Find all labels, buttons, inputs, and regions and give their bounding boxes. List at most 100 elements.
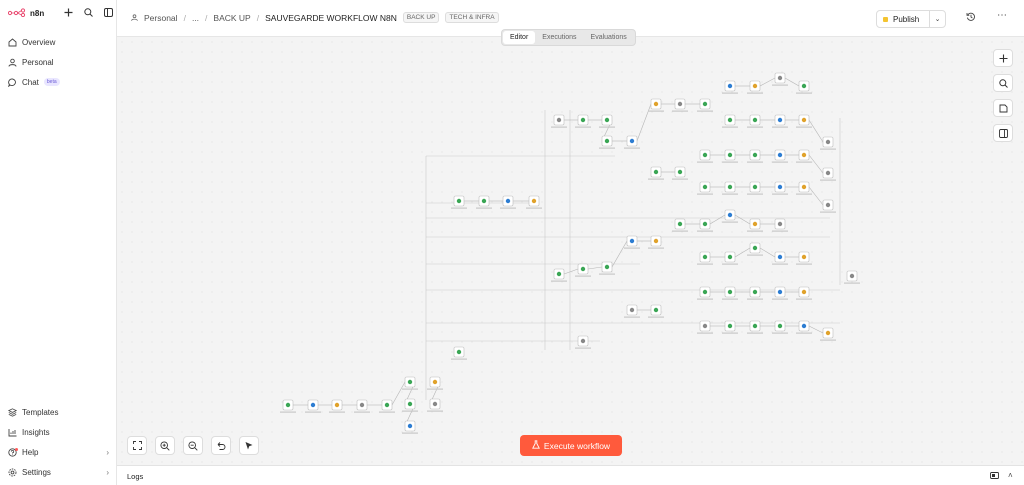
node-caption	[747, 254, 763, 256]
sticky-note-button[interactable]	[993, 99, 1013, 117]
tab-executions[interactable]: Executions	[535, 31, 583, 44]
node-icon	[407, 379, 413, 385]
node-icon	[727, 117, 733, 123]
workflow-graph[interactable]	[117, 37, 1024, 465]
plus-icon[interactable]	[62, 6, 74, 18]
tab-evaluations[interactable]: Evaluations	[584, 31, 634, 44]
execute-workflow-button[interactable]: Execute workflow	[520, 435, 622, 456]
node-icon	[801, 254, 807, 260]
breadcrumb-ellipsis[interactable]: ...	[192, 13, 199, 23]
node-icon	[727, 323, 733, 329]
node-caption	[796, 126, 812, 128]
sidebar-item-personal[interactable]: Personal	[0, 52, 117, 72]
sidebar-item-insights[interactable]: Insights	[0, 422, 117, 442]
node-icon	[677, 221, 683, 227]
breadcrumb-folder[interactable]: BACK UP	[213, 13, 250, 23]
sidebar-item-label: Help	[22, 447, 39, 457]
node-caption	[820, 339, 836, 341]
node-icon	[580, 266, 586, 272]
node-caption	[747, 298, 763, 300]
node-icon	[653, 238, 659, 244]
chevron-up-icon[interactable]: ˄	[1008, 471, 1013, 480]
logs-expand-icon[interactable]	[990, 471, 999, 482]
add-node-button[interactable]	[993, 49, 1013, 67]
node-caption	[599, 147, 615, 149]
node-icon	[702, 289, 708, 295]
node-icon	[407, 423, 413, 429]
breadcrumb: Personal / ... / BACK UP / SAUVEGARDE WO…	[131, 12, 499, 23]
node-icon	[801, 117, 807, 123]
sidebar-item-chat[interactable]: Chat beta	[0, 72, 117, 92]
insights-icon	[8, 428, 17, 437]
sidebar-item-label: Overview	[22, 37, 56, 47]
chevron-right-icon: ›	[106, 447, 109, 457]
brand[interactable]: n8n	[7, 6, 44, 20]
node-icon	[604, 117, 610, 123]
logs-panel[interactable]: Logs ˄	[117, 465, 1024, 485]
node-caption	[697, 298, 713, 300]
sidebar-item-settings[interactable]: Settings ›	[0, 462, 117, 482]
node-caption	[747, 92, 763, 94]
undo-button[interactable]	[211, 436, 231, 455]
node-icon	[456, 349, 462, 355]
node-caption	[772, 263, 788, 265]
node-icon	[677, 169, 683, 175]
fit-view-button[interactable]	[127, 436, 147, 455]
node-icon	[777, 117, 783, 123]
node-icon	[556, 117, 562, 123]
node-caption	[772, 332, 788, 334]
node-icon	[653, 169, 659, 175]
sidebar-item-label: Templates	[22, 407, 59, 417]
node-caption	[772, 230, 788, 232]
workflow-title[interactable]: SAUVEGARDE WORKFLOW N8N	[265, 13, 397, 23]
publish-button[interactable]: Publish ⌄	[876, 10, 946, 28]
node-caption	[722, 161, 738, 163]
tab-editor[interactable]: Editor	[503, 31, 536, 44]
node-icon	[752, 221, 758, 227]
node-icon	[849, 273, 855, 279]
sidebar-item-help[interactable]: Help ›	[0, 442, 117, 462]
sidebar-item-overview[interactable]: Overview	[0, 32, 117, 52]
node-icon	[727, 83, 733, 89]
node-icon	[653, 101, 659, 107]
node-icon	[752, 117, 758, 123]
node-caption	[820, 148, 836, 150]
node-caption	[747, 126, 763, 128]
zoom-out-button[interactable]	[183, 436, 203, 455]
node-icon	[752, 323, 758, 329]
node-icon	[801, 152, 807, 158]
sidebar-toggle-icon[interactable]	[102, 6, 114, 18]
chat-icon	[8, 78, 17, 87]
zoom-in-button[interactable]	[155, 436, 175, 455]
search-icon[interactable]	[82, 6, 94, 18]
node-caption	[526, 207, 542, 209]
node-icon	[481, 198, 487, 204]
workflow-tag[interactable]: TECH & INFRA	[445, 12, 499, 23]
node-icon	[310, 402, 316, 408]
gear-icon	[8, 468, 17, 477]
node-icon	[801, 323, 807, 329]
node-caption	[747, 230, 763, 232]
node-icon	[580, 117, 586, 123]
more-options-icon[interactable]: ⋯	[997, 10, 1007, 21]
workflow-canvas[interactable]	[117, 37, 1024, 465]
node-icon	[456, 198, 462, 204]
node-caption	[697, 332, 713, 334]
panel-toggle-button[interactable]	[993, 124, 1013, 142]
search-nodes-button[interactable]	[993, 74, 1013, 92]
node-caption	[796, 193, 812, 195]
node-icon	[629, 138, 635, 144]
workflow-tag[interactable]: BACK UP	[402, 12, 440, 23]
node-caption	[722, 126, 738, 128]
node-caption	[354, 411, 370, 413]
history-icon[interactable]	[966, 12, 976, 24]
chevron-down-icon[interactable]: ⌄	[929, 11, 945, 27]
sidebar-item-templates[interactable]: Templates	[0, 402, 117, 422]
node-caption	[672, 110, 688, 112]
sidebar: n8n Overview Personal Chat beta Template…	[0, 0, 117, 485]
node-icon	[334, 402, 340, 408]
breadcrumb-personal[interactable]: Personal	[144, 13, 178, 23]
cursor-mode-button[interactable]	[239, 436, 259, 455]
node-icon	[777, 289, 783, 295]
node-icon	[752, 245, 758, 251]
